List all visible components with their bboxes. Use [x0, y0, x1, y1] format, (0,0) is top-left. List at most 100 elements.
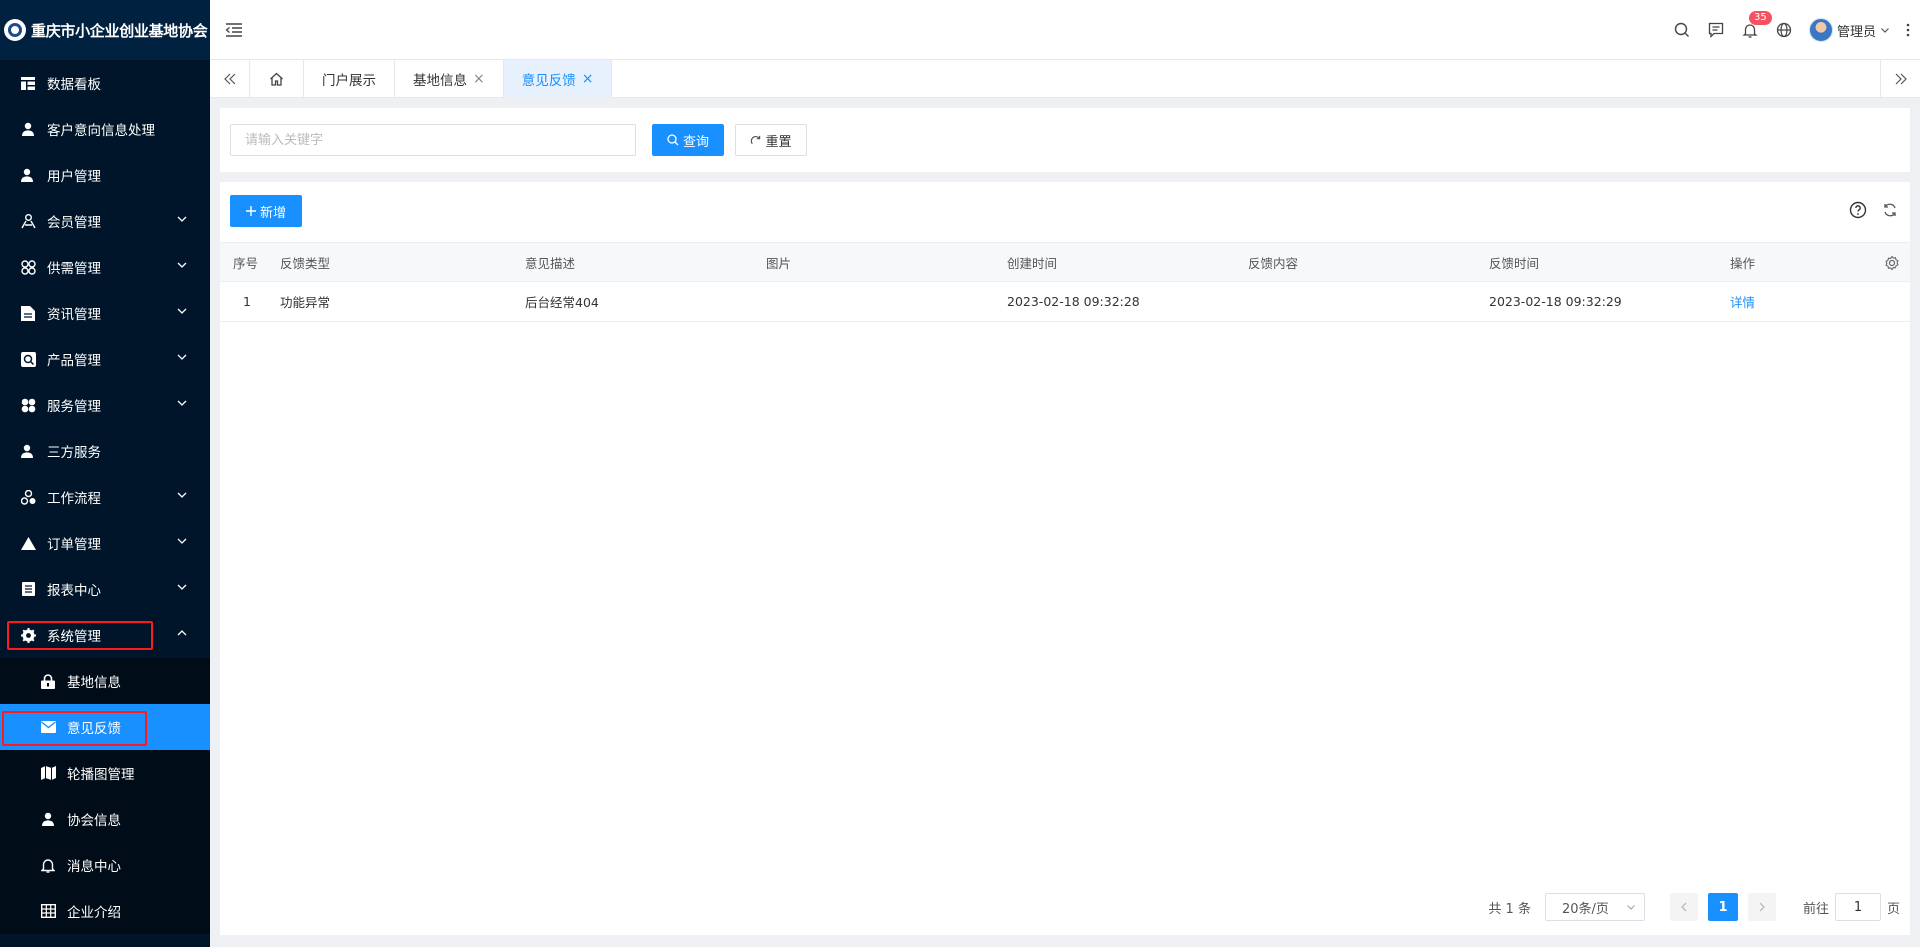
sidebar-item-system[interactable]: 系统管理: [0, 612, 210, 658]
header-actions: 35 管理员: [1665, 0, 1920, 60]
tab-portal[interactable]: 门户展示: [304, 60, 395, 98]
user-menu[interactable]: 管理员: [1801, 0, 1896, 60]
sidebar-item-reports[interactable]: 报表中心: [0, 566, 210, 612]
sidebar-item-label: 用户管理: [47, 169, 101, 185]
refresh-icon: [751, 135, 761, 144]
sidebar-item-workflow[interactable]: 工作流程: [0, 474, 210, 520]
page-unit-label: 页: [1886, 901, 1900, 917]
sidebar-item-association-info[interactable]: 协会信息: [0, 796, 210, 842]
sidebar-item-label: 报表中心: [47, 583, 101, 599]
column-header: 反馈内容: [1248, 255, 1299, 271]
column-header: 反馈类型: [280, 255, 331, 271]
sidebar-item-label: 产品管理: [47, 353, 101, 369]
menu-fold-icon[interactable]: [225, 21, 243, 39]
sidebar-item-label: 订单管理: [47, 537, 101, 553]
sidebar-item-base-info[interactable]: 基地信息: [0, 658, 210, 704]
sidebar-item-users[interactable]: 用户管理: [0, 152, 210, 198]
sidebar-submenu-system: 基地信息 意见反馈 轮播图管理 协会信息 消息中心 企业介绍: [0, 658, 210, 934]
app-title: 重庆市小企业创业基地协会: [31, 21, 208, 40]
user-icon: [20, 167, 36, 183]
close-icon[interactable]: ×: [473, 72, 485, 86]
logo[interactable]: 重庆市小企业创业基地协会: [0, 0, 210, 60]
sidebar-item-dashboard[interactable]: 数据看板: [0, 60, 210, 106]
close-icon[interactable]: ×: [582, 72, 594, 86]
sidebar-item-company-intro[interactable]: 企业介绍: [0, 888, 210, 934]
sidebar-item-products[interactable]: 产品管理: [0, 336, 210, 382]
sidebar-item-feedback[interactable]: 意见反馈: [0, 704, 210, 750]
chevron-down-icon: [177, 400, 187, 406]
reset-button-label: 重置: [765, 134, 792, 150]
add-button[interactable]: 新增: [230, 195, 302, 227]
tabs-scroll-left-button[interactable]: [210, 60, 250, 98]
help-button[interactable]: [1848, 200, 1868, 220]
header-message-button[interactable]: [1699, 0, 1733, 60]
sidebar-item-orders[interactable]: 订单管理: [0, 520, 210, 566]
triangle-icon: [20, 535, 36, 551]
tab-home[interactable]: [250, 60, 304, 98]
reset-button[interactable]: 重置: [735, 124, 807, 156]
user-name: 管理员: [1836, 24, 1876, 40]
tab-feedback[interactable]: 意见反馈 ×: [503, 60, 613, 98]
page-number-current[interactable]: 1: [1707, 893, 1738, 921]
sidebar-item-label: 会员管理: [47, 215, 101, 231]
tabs-scroll-right-button[interactable]: [1880, 60, 1920, 98]
grid-icon: [20, 397, 36, 413]
sidebar-item-label: 协会信息: [67, 813, 121, 829]
table-toolbar: [1848, 200, 1900, 220]
refresh-table-button[interactable]: [1880, 200, 1900, 220]
search-icon: [1674, 22, 1689, 37]
goto-label: 前往: [1802, 901, 1829, 917]
tab-label: 意见反馈: [521, 73, 576, 89]
tab-base-info[interactable]: 基地信息 ×: [395, 60, 504, 98]
chevron-down-icon: [1627, 905, 1635, 910]
column-header: 操作: [1730, 255, 1756, 271]
table-header: 序号 反馈类型 意见描述 图片 创建时间 反馈内容 反馈时间 操作: [220, 242, 1910, 282]
globe-icon: [1776, 22, 1792, 38]
cell-feedback-time: 2023-02-18 09:32:29: [1489, 294, 1622, 309]
pagination-total: 共 1 条: [1488, 901, 1531, 917]
query-button-label: 查询: [682, 134, 709, 150]
sidebar-item-services[interactable]: 服务管理: [0, 382, 210, 428]
more-vertical-icon: [1906, 23, 1910, 37]
prev-page-button[interactable]: [1669, 893, 1698, 921]
sidebar-menu: 数据看板 客户意向信息处理 用户管理 会员管理 供需管理 资讯管理 产品管理 服…: [0, 60, 210, 658]
more-options-button[interactable]: [1896, 0, 1920, 60]
goto-page-input[interactable]: [1834, 893, 1881, 921]
dashboard-icon: [20, 75, 36, 91]
chevron-down-icon: [177, 538, 187, 544]
header-language-button[interactable]: [1767, 0, 1801, 60]
cell-type: 功能异常: [280, 295, 331, 310]
sidebar-item-news[interactable]: 资讯管理: [0, 290, 210, 336]
sidebar-item-label: 三方服务: [47, 445, 101, 461]
chevron-down-icon: [177, 262, 187, 268]
keyword-input[interactable]: [230, 124, 636, 156]
sidebar-item-customer-intent[interactable]: 客户意向信息处理: [0, 106, 210, 152]
search-panel: 查询 重置: [220, 108, 1910, 172]
sidebar-item-label: 消息中心: [67, 859, 121, 875]
header-notification-button[interactable]: 35: [1733, 0, 1772, 60]
tab-label: 门户展示: [322, 73, 376, 89]
chevron-down-icon: [1881, 28, 1889, 33]
sidebar-item-label: 供需管理: [47, 261, 101, 277]
chevron-down-icon: [177, 308, 187, 314]
logo-icon: [4, 19, 26, 41]
sidebar-item-supply-demand[interactable]: 供需管理: [0, 244, 210, 290]
detail-link[interactable]: 详情: [1730, 282, 1755, 321]
next-page-button[interactable]: [1747, 893, 1776, 921]
header-search-button[interactable]: [1665, 0, 1699, 60]
sidebar-item-carousel[interactable]: 轮播图管理: [0, 750, 210, 796]
sidebar-item-messages[interactable]: 消息中心: [0, 842, 210, 888]
pagination: 共 1 条 20条/页 1 前往 页: [1488, 893, 1900, 921]
lock-icon: [40, 673, 56, 689]
page-size-value: 20条/页: [1561, 901, 1609, 917]
sidebar-item-members[interactable]: 会员管理: [0, 198, 210, 244]
user-icon: [20, 443, 36, 459]
column-settings-icon[interactable]: [1884, 255, 1900, 271]
plus-icon: [245, 206, 256, 216]
sidebar-item-label: 意见反馈: [67, 721, 121, 737]
page-size-select[interactable]: 20条/页: [1544, 893, 1645, 921]
query-button[interactable]: 查询: [652, 124, 724, 156]
sidebar-item-third-party[interactable]: 三方服务: [0, 428, 210, 474]
tab-list: 门户展示 基地信息 × 意见反馈 ×: [250, 60, 613, 98]
table-panel: 新增 序号 反馈类型 意见描述 图片 创建时间 反馈内容 反馈时间 操作 1 功…: [220, 182, 1910, 935]
